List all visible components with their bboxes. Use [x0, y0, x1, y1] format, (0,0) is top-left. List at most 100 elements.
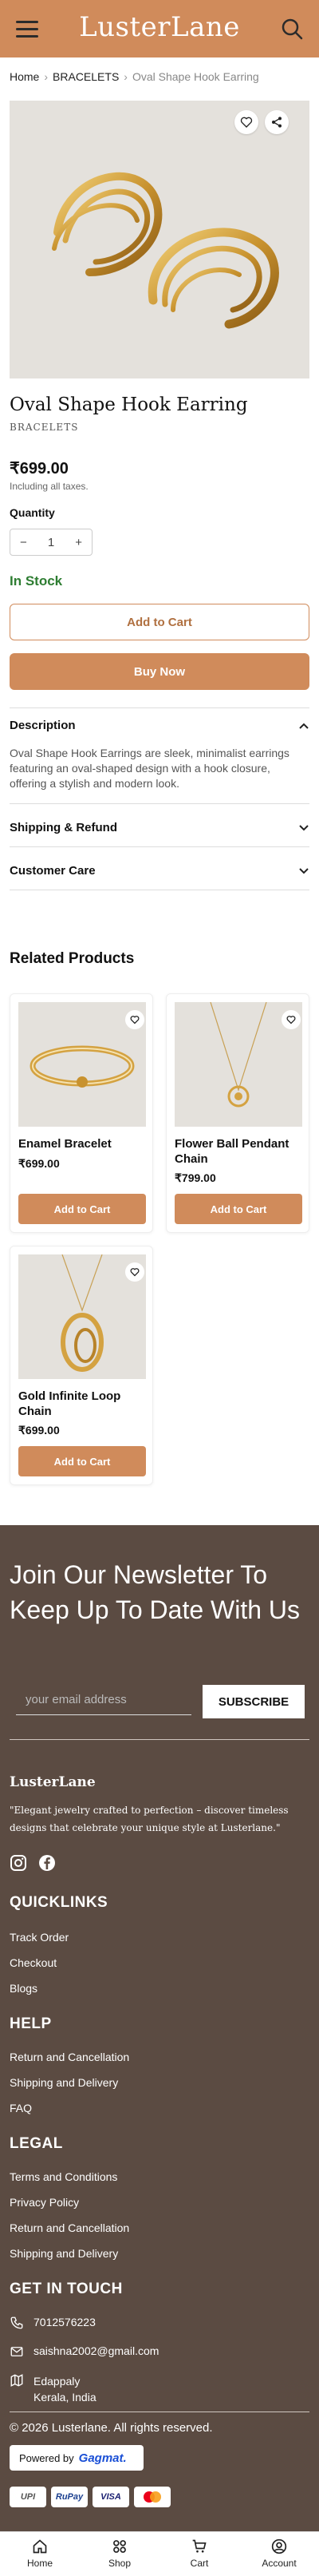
shipping-refund-title: Shipping & Refund	[10, 821, 117, 834]
grid-icon	[113, 2540, 126, 2553]
nav-cart-label: Cart	[190, 2558, 209, 2569]
quantity-label: Quantity	[10, 506, 55, 519]
address-line-1: Edappaly	[33, 2375, 81, 2388]
footer-link-track-order[interactable]: Track Order	[10, 1931, 69, 1944]
share-icon	[272, 117, 282, 128]
add-to-cart-button[interactable]: Add to Cart	[10, 604, 309, 640]
rupay-icon: RuPay	[51, 2487, 88, 2507]
share-button[interactable]	[265, 110, 289, 134]
brand-logo[interactable]: LusterLane	[0, 11, 319, 43]
chevron-up-icon	[299, 723, 309, 729]
description-text: Oval Shape Hook Earrings are sleek, mini…	[10, 747, 289, 790]
description-toggle[interactable]: Description	[10, 719, 309, 732]
home-icon	[33, 2539, 47, 2554]
site-header: LusterLane	[0, 0, 319, 57]
newsletter-title: Join Our Newsletter To Keep Up To Date W…	[10, 1560, 301, 1624]
divider	[10, 846, 309, 847]
divider	[10, 1739, 309, 1740]
breadcrumb: Home › BRACELETS › Oval Shape Hook Earring	[10, 70, 259, 83]
chevron-down-icon	[299, 825, 309, 831]
legal-heading: LEGAL	[10, 2135, 63, 2152]
quantity-stepper: − 1 +	[10, 529, 93, 556]
email-input[interactable]: your email address	[16, 1688, 191, 1715]
footer-link-terms[interactable]: Terms and Conditions	[10, 2170, 117, 2183]
wishlist-button[interactable]	[234, 110, 258, 134]
footer-link-return-cancellation[interactable]: Return and Cancellation	[10, 2221, 129, 2234]
breadcrumb-home[interactable]: Home	[10, 70, 39, 83]
contact-email[interactable]: saishna2002@gmail.com	[10, 2344, 159, 2359]
heart-icon	[240, 117, 253, 128]
divider	[10, 707, 309, 708]
footer-link-faq[interactable]: FAQ	[10, 2102, 32, 2114]
cart-icon	[192, 2539, 207, 2553]
buy-now-button[interactable]: Buy Now	[10, 653, 309, 690]
subscribe-button[interactable]: SUBSCRIBE	[203, 1685, 305, 1718]
bottom-navigation: Home Shop Cart Account	[0, 2531, 319, 2576]
nav-home[interactable]: Home	[0, 2538, 80, 2569]
product-card-price: ₹699.00	[18, 1424, 60, 1437]
product-card[interactable]: Gold Infinite Loop Chain ₹699.00 Add to …	[10, 1246, 153, 1485]
customer-care-toggle[interactable]: Customer Care	[10, 864, 309, 878]
product-card[interactable]: Flower Ball Pendant Chain ₹799.00 Add to…	[166, 993, 309, 1233]
stock-status: In Stock	[10, 573, 63, 589]
product-title: Oval Shape Hook Earring	[10, 394, 248, 415]
contact-address: Edappaly Kerala, India	[10, 2373, 96, 2405]
heart-icon[interactable]	[282, 1010, 301, 1029]
breadcrumb-separator: ›	[44, 70, 49, 83]
search-icon[interactable]	[281, 18, 303, 40]
product-card-price: ₹699.00	[18, 1157, 60, 1170]
increase-quantity-button[interactable]: +	[75, 536, 82, 549]
heart-icon[interactable]	[125, 1262, 144, 1282]
product-card[interactable]: Enamel Bracelet ₹699.00 Add to Cart	[10, 993, 153, 1233]
decrease-quantity-button[interactable]: −	[20, 536, 27, 549]
breadcrumb-separator: ›	[124, 70, 128, 83]
facebook-icon[interactable]	[38, 1854, 56, 1872]
mastercard-icon	[134, 2487, 171, 2507]
add-to-cart-button[interactable]: Add to Cart	[18, 1446, 146, 1476]
site-footer: Join Our Newsletter To Keep Up To Date W…	[0, 1525, 319, 2576]
mail-icon	[10, 2347, 23, 2356]
contact-email-text: saishna2002@gmail.com	[33, 2344, 160, 2357]
account-icon	[271, 2538, 287, 2554]
breadcrumb-current: Oval Shape Hook Earring	[132, 70, 259, 83]
nav-account-label: Account	[262, 2558, 297, 2569]
breadcrumb-category[interactable]: BRACELETS	[53, 70, 119, 83]
footer-link-shipping-delivery[interactable]: Shipping and Delivery	[10, 2247, 118, 2260]
visa-icon: VISA	[93, 2487, 129, 2507]
copyright: © 2026 Lusterlane. All rights reserved.	[10, 2421, 213, 2435]
nav-account[interactable]: Account	[239, 2538, 319, 2569]
footer-link-shipping-delivery[interactable]: Shipping and Delivery	[10, 2076, 118, 2089]
upi-icon: UPI	[10, 2487, 46, 2507]
nav-cart[interactable]: Cart	[160, 2538, 239, 2569]
customer-care-title: Customer Care	[10, 864, 96, 878]
powered-by-badge[interactable]: Powered by Gagmat.	[10, 2445, 144, 2471]
footer-link-privacy[interactable]: Privacy Policy	[10, 2196, 79, 2209]
quantity-value[interactable]: 1	[48, 536, 54, 549]
footer-link-blogs[interactable]: Blogs	[10, 1982, 37, 1995]
heart-icon[interactable]	[125, 1010, 144, 1029]
add-to-cart-button[interactable]: Add to Cart	[18, 1194, 146, 1224]
nav-home-label: Home	[26, 2558, 53, 2569]
nav-shop[interactable]: Shop	[80, 2538, 160, 2569]
map-icon	[10, 2374, 23, 2387]
quicklinks-heading: QUICKLINKS	[10, 1894, 108, 1911]
powered-by-brand: Gagmat.	[78, 2451, 127, 2465]
contact-phone[interactable]: 7012576223	[10, 2316, 96, 2330]
footer-logo[interactable]: LusterLane	[10, 1774, 96, 1790]
product-card-price: ₹799.00	[175, 1171, 216, 1184]
address-line-2: Kerala, India	[33, 2391, 96, 2404]
add-to-cart-button[interactable]: Add to Cart	[175, 1194, 302, 1224]
product-image[interactable]	[10, 101, 309, 378]
product-card-name[interactable]: Gold Infinite Loop Chain	[18, 1389, 150, 1419]
nav-shop-label: Shop	[108, 2558, 132, 2569]
related-products-heading: Related Products	[10, 950, 135, 967]
powered-by-label: Powered by	[19, 2451, 74, 2464]
footer-link-checkout[interactable]: Checkout	[10, 1956, 57, 1969]
footer-link-return-cancellation[interactable]: Return and Cancellation	[10, 2051, 129, 2063]
product-price: ₹699.00	[10, 460, 69, 478]
instagram-icon[interactable]	[10, 1854, 27, 1872]
product-card-name[interactable]: Enamel Bracelet	[18, 1136, 150, 1151]
contact-phone-text: 7012576223	[33, 2316, 96, 2328]
shipping-refund-toggle[interactable]: Shipping & Refund	[10, 821, 309, 834]
product-card-name[interactable]: Flower Ball Pendant Chain	[175, 1136, 306, 1167]
